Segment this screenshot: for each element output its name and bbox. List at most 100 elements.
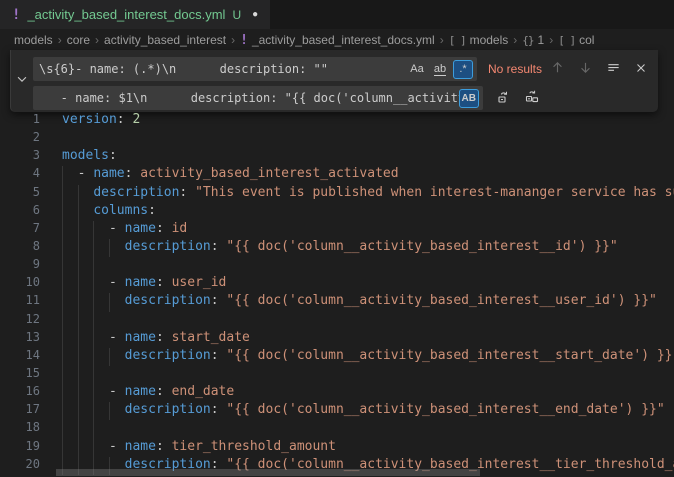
match-case-button[interactable]: Aa (407, 60, 427, 79)
breadcrumb-item[interactable]: {}1 (522, 33, 544, 47)
indent-guide (62, 439, 63, 457)
close-icon (634, 61, 648, 78)
code-line[interactable]: 13 - name: start_date (0, 330, 674, 348)
indent-guide (78, 348, 79, 366)
find-input[interactable]: \s{6}- name: (.*)\n description: "" Aa a… (33, 57, 477, 81)
indent-guide (62, 420, 63, 438)
code-line[interactable]: 17 description: "{{ doc('column__activit… (0, 402, 674, 420)
indent-guide (78, 330, 79, 348)
indent-guide (78, 275, 79, 293)
line-number: 6 (0, 203, 40, 221)
indent-guide (62, 384, 63, 402)
replace-button[interactable] (493, 87, 515, 109)
horizontal-scrollbar[interactable] (56, 469, 480, 476)
find-in-selection-button[interactable] (602, 58, 624, 80)
indent-guide (62, 330, 63, 348)
indent-guide (78, 312, 79, 330)
indent-guide (93, 221, 94, 239)
line-number: 18 (0, 420, 40, 438)
indent-guide (62, 257, 63, 275)
code-line[interactable]: 6 columns: (0, 203, 674, 221)
code-line[interactable]: 14 description: "{{ doc('column__activit… (0, 348, 674, 366)
replace-icon (496, 89, 512, 108)
code-line[interactable]: 12 (0, 312, 674, 330)
vscode-editor-window: ! _activity_based_interest_docs.yml U ● … (0, 0, 674, 477)
line-number: 9 (0, 257, 40, 275)
array-symbol-icon: [ ] (558, 34, 575, 47)
code-line[interactable]: 18 (0, 420, 674, 438)
indent-guide (62, 166, 63, 184)
code-line[interactable]: 5 description: "This event is published … (0, 185, 674, 203)
object-symbol-icon: {} (522, 34, 533, 47)
indent-guide (109, 293, 110, 311)
breadcrumb-separator-icon: › (230, 33, 236, 47)
indent-guide (62, 275, 63, 293)
code-line[interactable]: 1version: 2 (0, 112, 674, 130)
indent-guide (62, 293, 63, 311)
indent-guide (62, 312, 63, 330)
line-number: 12 (0, 312, 40, 330)
indent-guide (93, 330, 94, 348)
breadcrumb: models›core›activity_based_interest›!_ac… (0, 29, 674, 51)
arrow-down-icon (578, 60, 593, 78)
yaml-symbol-icon: ! (240, 33, 248, 48)
previous-match-button[interactable] (546, 58, 568, 80)
line-number: 20 (0, 457, 40, 475)
breadcrumb-item[interactable]: models (14, 33, 53, 47)
close-button[interactable] (630, 58, 652, 80)
indent-guide (62, 203, 63, 221)
breadcrumb-item[interactable]: core (67, 33, 90, 47)
line-number: 2 (0, 130, 40, 148)
indent-guide (93, 420, 94, 438)
replace-all-button[interactable] (521, 87, 543, 109)
code-line[interactable]: 16 - name: end_date (0, 384, 674, 402)
indent-guide (78, 185, 79, 203)
code-line[interactable]: 2 (0, 130, 674, 148)
code-line[interactable]: 3models: (0, 148, 674, 166)
code-line[interactable]: 4 - name: activity_based_interest_activa… (0, 166, 674, 184)
indent-guide (78, 384, 79, 402)
find-results-status: No results (488, 62, 542, 76)
indent-guide (78, 203, 79, 221)
next-match-button[interactable] (574, 58, 596, 80)
tab-active[interactable]: ! _activity_based_interest_docs.yml U ● (0, 0, 270, 29)
whole-word-button[interactable]: ab (430, 60, 450, 79)
tab-bar: ! _activity_based_interest_docs.yml U ● (0, 0, 674, 29)
preserve-case-button[interactable]: AB (459, 89, 479, 108)
line-number: 8 (0, 239, 40, 257)
indent-guide (62, 348, 63, 366)
breadcrumb-separator-icon: › (94, 33, 100, 47)
code-line[interactable]: 19 - name: tier_threshold_amount (0, 439, 674, 457)
indent-guide (78, 439, 79, 457)
indent-guide (93, 439, 94, 457)
code-line[interactable]: 11 description: "{{ doc('column__activit… (0, 293, 674, 311)
code-line[interactable]: 15 (0, 366, 674, 384)
indent-guide (62, 239, 63, 257)
indent-guide (78, 293, 79, 311)
indent-guide (62, 185, 63, 203)
code-line[interactable]: 7 - name: id (0, 221, 674, 239)
code-line[interactable]: 8 description: "{{ doc('column__activity… (0, 239, 674, 257)
chevron-down-icon (15, 72, 29, 91)
indent-guide (93, 257, 94, 275)
unsaved-changes-dot-icon[interactable]: ● (252, 9, 258, 20)
indent-guide (78, 239, 79, 257)
line-number: 17 (0, 402, 40, 420)
toggle-replace-button[interactable] (11, 50, 33, 112)
breadcrumb-item[interactable]: activity_based_interest (104, 33, 226, 47)
find-replace-widget: \s{6}- name: (.*)\n description: "" Aa a… (10, 50, 658, 112)
breadcrumb-label: col (579, 33, 594, 47)
breadcrumb-item[interactable]: !_activity_based_interest_docs.yml (240, 33, 435, 48)
breadcrumb-item[interactable]: [ ] col (558, 33, 594, 47)
code-area[interactable]: 1version: 223models:4 - name: activity_b… (0, 112, 674, 477)
replace-input[interactable]: - name: $1\n description: "{{ doc('colum… (33, 86, 483, 110)
replace-all-icon (524, 89, 540, 108)
code-line[interactable]: 10 - name: user_id (0, 275, 674, 293)
regex-button[interactable]: .* (453, 60, 473, 79)
line-number: 15 (0, 366, 40, 384)
code-line[interactable]: 9 (0, 257, 674, 275)
breadcrumb-label: core (67, 33, 90, 47)
breadcrumb-item[interactable]: [ ]models (449, 33, 509, 47)
line-number: 10 (0, 275, 40, 293)
indent-guide (93, 348, 94, 366)
